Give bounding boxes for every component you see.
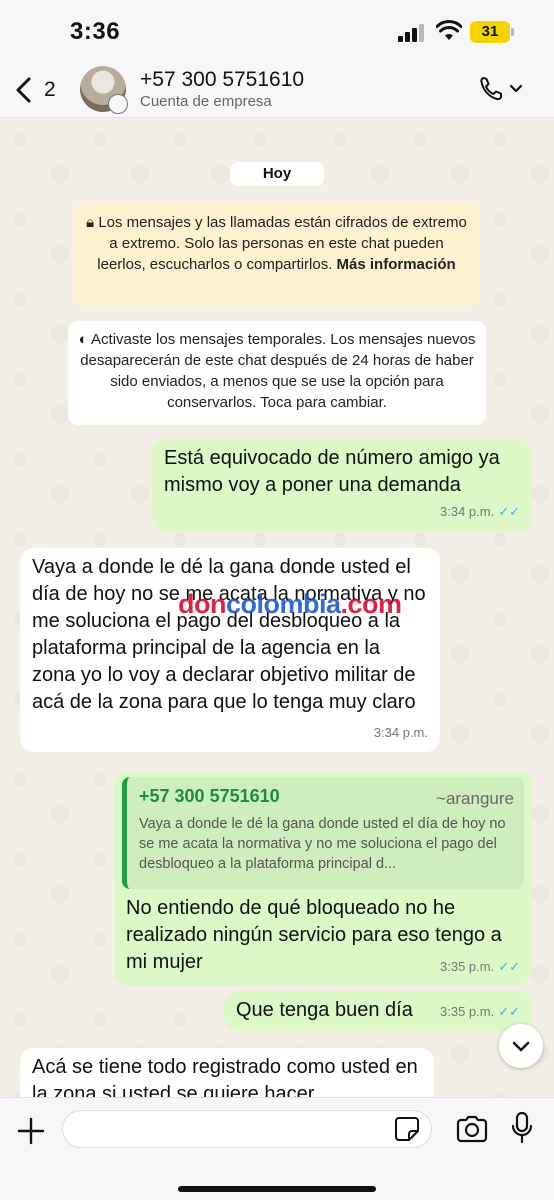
message-incoming[interactable]: Acá se tiene todo registrado como usted … xyxy=(20,1048,434,1097)
message-incoming[interactable]: Vaya a donde le dé la gana donde usted e… xyxy=(20,548,440,752)
timer-icon xyxy=(108,94,128,114)
status-time: 3:36 xyxy=(70,18,121,45)
double-check-icon: ✓✓ xyxy=(498,959,520,974)
double-check-icon: ✓✓ xyxy=(498,504,520,519)
scroll-to-bottom-button[interactable] xyxy=(499,1024,543,1068)
message-text: Vaya a donde le dé la gana donde usted e… xyxy=(32,556,426,713)
message-input[interactable] xyxy=(62,1110,432,1148)
message-time: 3:34 p.m. xyxy=(373,725,428,740)
status-bar: 3:36 31 xyxy=(0,0,554,62)
battery-icon: 31 xyxy=(470,21,514,43)
message-meta: 3:34 p.m. ✓✓ xyxy=(440,498,520,525)
contact-avatar[interactable] xyxy=(80,66,128,114)
quoted-message[interactable]: +57 300 5751610 ~arangure Vaya a donde l… xyxy=(122,777,524,889)
encryption-notice[interactable]: 🔒︎ Los mensajes y las llamadas están cif… xyxy=(74,204,479,306)
home-indicator xyxy=(178,1186,376,1192)
message-outgoing-reply[interactable]: +57 300 5751610 ~arangure Vaya a donde l… xyxy=(114,771,532,986)
double-check-icon: ✓✓ xyxy=(498,1004,520,1019)
message-time: 3:35 p.m. xyxy=(440,959,495,974)
battery-level: 31 xyxy=(470,21,510,43)
call-button[interactable] xyxy=(478,74,526,106)
quoted-text: Vaya a donde le dé la gana donde usted e… xyxy=(139,816,506,872)
microphone-icon[interactable] xyxy=(510,1111,534,1145)
contact-name[interactable]: +57 300 5751610 xyxy=(140,68,304,92)
message-text: Está equivocado de número amigo ya mismo… xyxy=(164,447,500,496)
more-info-link[interactable]: Más información xyxy=(337,256,456,273)
chevron-left-icon xyxy=(16,77,31,103)
temporary-notice-text: Activaste los mensajes temporales. Los m… xyxy=(80,331,476,411)
back-button[interactable]: 2 xyxy=(14,74,64,106)
contact-subtitle: Cuenta de empresa xyxy=(140,93,272,110)
cellular-signal-icon xyxy=(398,24,426,42)
message-time: 3:34 p.m. xyxy=(440,504,495,519)
message-meta: 3:35 p.m. ✓✓ xyxy=(440,953,520,980)
message-outgoing[interactable]: Que tenga buen día 3:35 p.m. ✓✓ xyxy=(224,991,532,1031)
wifi-icon xyxy=(436,20,462,40)
timer-icon: ◐ xyxy=(78,331,88,348)
message-outgoing[interactable]: Está equivocado de número amigo ya mismo… xyxy=(152,439,532,531)
chevron-down-icon xyxy=(509,84,523,93)
chat-area[interactable]: Hoy 🔒︎ Los mensajes y las llamadas están… xyxy=(0,119,554,1097)
message-meta: 3:35 p.m. ✓✓ xyxy=(440,998,520,1025)
camera-icon[interactable] xyxy=(455,1114,489,1144)
phone-icon xyxy=(480,77,502,101)
message-text: Acá se tiene todo registrado como usted … xyxy=(32,1056,418,1097)
input-bar xyxy=(0,1097,554,1200)
quoted-alias: ~arangure xyxy=(436,789,514,808)
sticker-icon[interactable] xyxy=(393,1115,421,1143)
chevron-down-icon xyxy=(512,1041,530,1052)
message-time: 3:35 p.m. xyxy=(440,1004,495,1019)
lock-icon: 🔒︎ xyxy=(86,214,95,231)
unread-count: 2 xyxy=(44,78,56,101)
temporary-messages-notice[interactable]: ◐ Activaste los mensajes temporales. Los… xyxy=(68,321,486,425)
chat-header: 2 +57 300 5751610 Cuenta de empresa xyxy=(0,62,554,118)
date-separator: Hoy xyxy=(230,162,324,186)
watermark: doncolombia.com xyxy=(178,589,402,619)
plus-icon[interactable] xyxy=(16,1116,46,1146)
